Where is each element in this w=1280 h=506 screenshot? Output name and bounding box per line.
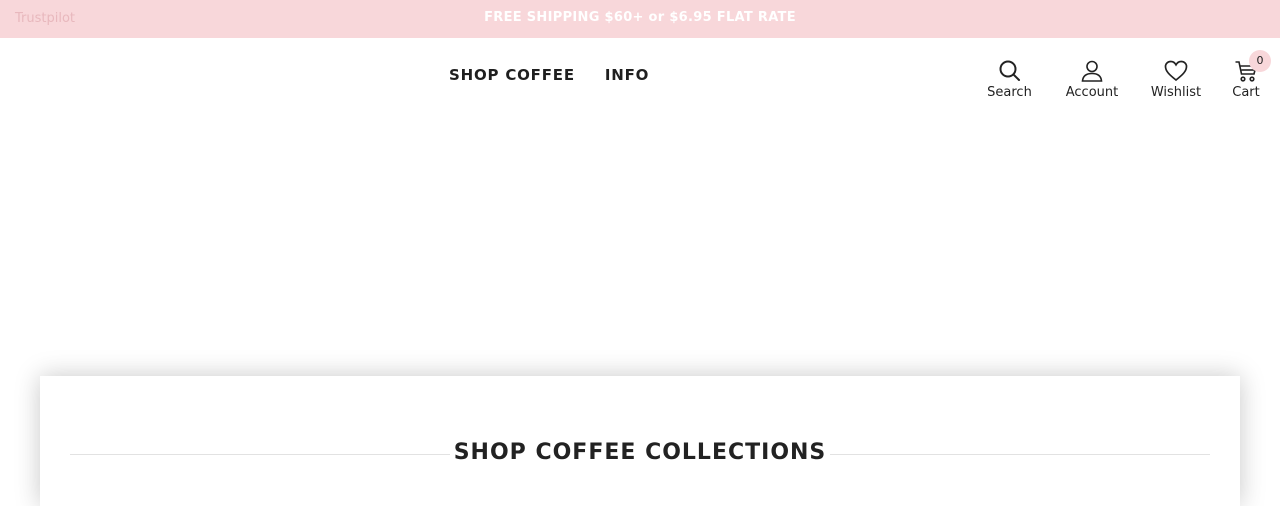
wishlist-button[interactable]: Wishlist bbox=[1150, 58, 1202, 100]
nav-info[interactable]: INFO bbox=[605, 66, 649, 84]
announcement-text: FREE SHIPPING $60+ or $6.95 FLAT RATE bbox=[484, 10, 796, 25]
search-label: Search bbox=[987, 85, 1032, 100]
search-button[interactable]: Search bbox=[985, 58, 1034, 100]
nav-shop-coffee[interactable]: SHOP COFFEE bbox=[449, 66, 575, 84]
user-icon bbox=[1081, 60, 1103, 82]
account-label: Account bbox=[1065, 85, 1119, 100]
search-icon bbox=[999, 60, 1020, 81]
wishlist-label: Wishlist bbox=[1150, 85, 1202, 100]
announcement-bar: Trustpilot FREE SHIPPING $60+ or $6.95 F… bbox=[0, 0, 1280, 38]
cart-count-badge: 0 bbox=[1249, 50, 1271, 72]
collections-panel: SHOP COFFEE COLLECTIONS bbox=[40, 376, 1240, 506]
cart-label: Cart bbox=[1232, 85, 1260, 100]
main-nav: SHOP COFFEE INFO bbox=[449, 66, 649, 84]
heart-icon bbox=[1164, 60, 1188, 82]
title-divider-left bbox=[70, 454, 450, 455]
collections-title: SHOP COFFEE COLLECTIONS bbox=[453, 440, 827, 465]
site-header: SHOP COFFEE INFO Search Account Wishlist… bbox=[0, 38, 1280, 118]
title-divider-right bbox=[830, 454, 1210, 455]
account-button[interactable]: Account bbox=[1062, 58, 1122, 100]
